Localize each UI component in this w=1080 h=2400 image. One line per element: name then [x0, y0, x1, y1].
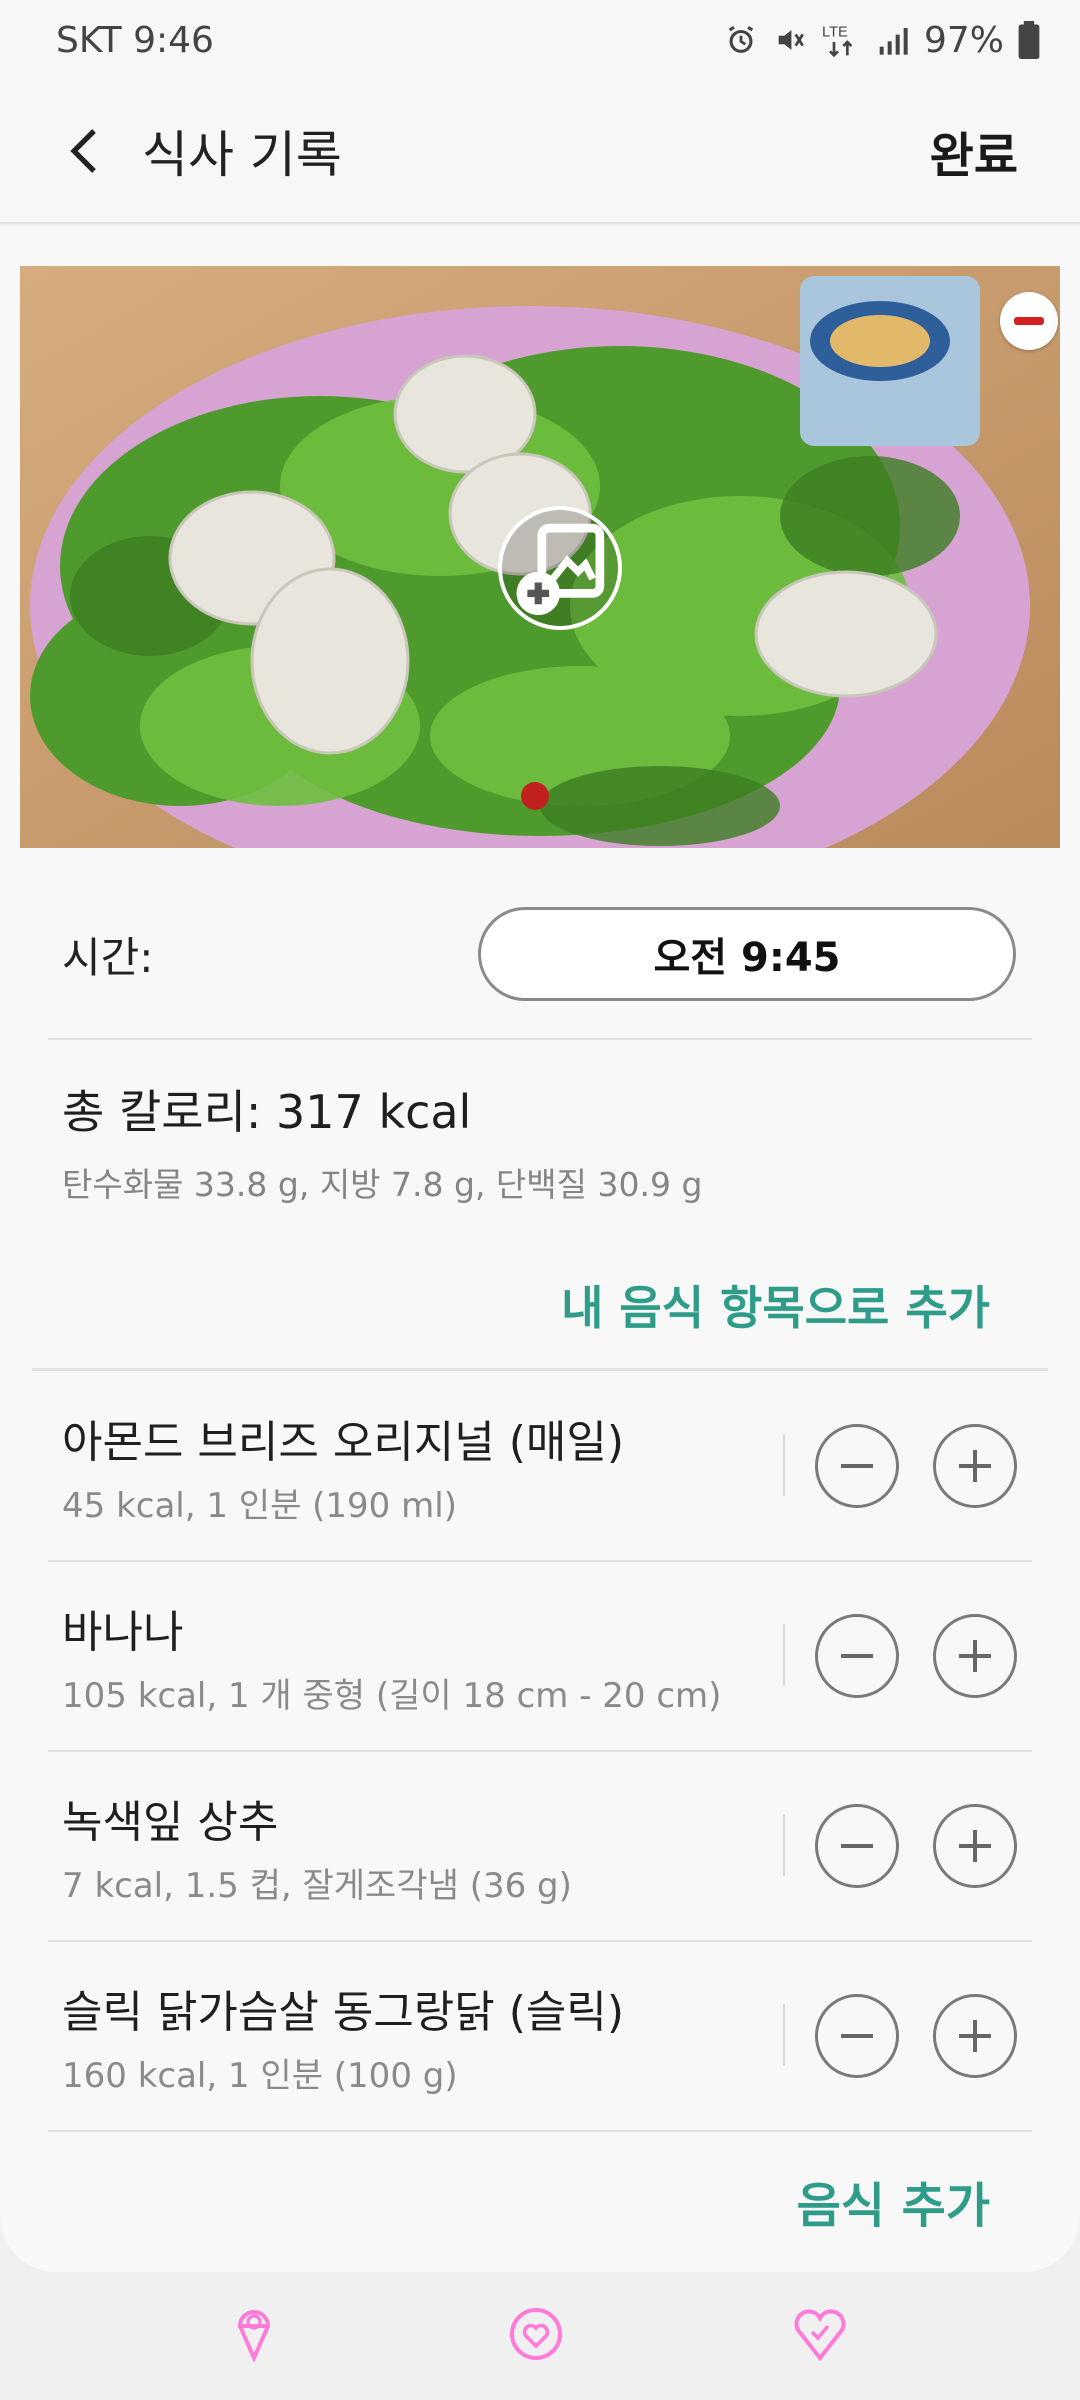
ice-cream-icon[interactable] [222, 2302, 286, 2366]
minus-icon [841, 2034, 873, 2038]
chevron-left-icon [70, 129, 96, 173]
increase-quantity-button[interactable] [933, 1424, 1017, 1508]
page-title: 식사 기록 [142, 126, 342, 184]
time-picker-button[interactable]: 오전 9:45 [478, 907, 1016, 1001]
divider [48, 1038, 1032, 1040]
add-image-icon [516, 523, 605, 616]
time-row: 시간: 오전 9:45 [0, 888, 1080, 1020]
meal-record-card: 시간: 오전 9:45 총 칼로리: 317 kcal 탄수화물 33.8 g,… [0, 226, 1080, 2272]
total-calories: 총 칼로리: 317 kcal [62, 1085, 472, 1139]
signal-icon [876, 24, 910, 56]
bottom-nav [0, 2272, 1080, 2400]
lte-text: LTE [822, 25, 848, 41]
separator [783, 1624, 785, 1686]
decrease-quantity-button[interactable] [815, 1424, 899, 1508]
increase-quantity-button[interactable] [933, 1614, 1017, 1698]
plus-icon [959, 1450, 991, 1482]
divider [32, 1368, 1048, 1371]
food-detail: 160 kcal, 1 인분 (100 g) [62, 2056, 458, 2096]
app-bar: 식사 기록 완료 [0, 80, 1080, 224]
vibrate-icon [772, 23, 808, 57]
increase-quantity-button[interactable] [933, 1994, 1017, 2078]
plus-icon [959, 1830, 991, 1862]
plus-icon [959, 1640, 991, 1672]
divider [48, 2130, 1032, 2132]
food-detail: 7 kcal, 1.5 컵, 잘게조각냄 (36 g) [62, 1866, 572, 1906]
heart-shield-icon[interactable] [788, 2302, 852, 2366]
food-detail: 105 kcal, 1 개 중형 (길이 18 cm - 20 cm) [62, 1676, 722, 1716]
increase-quantity-button[interactable] [933, 1804, 1017, 1888]
calorie-summary: 총 칼로리: 317 kcal 탄수화물 33.8 g, 지방 7.8 g, 단… [62, 1076, 1022, 1206]
separator [783, 1814, 785, 1876]
decrease-quantity-button[interactable] [815, 1614, 899, 1698]
minus-icon [841, 1464, 873, 1468]
food-detail: 45 kcal, 1 인분 (190 ml) [62, 1486, 457, 1526]
minus-icon [841, 1654, 873, 1658]
minus-icon [1014, 317, 1044, 325]
separator [783, 2004, 785, 2066]
macro-breakdown: 탄수화물 33.8 g, 지방 7.8 g, 단백질 30.9 g [62, 1165, 703, 1204]
food-item[interactable]: 슬릭 닭가슴살 동그랑닭 (슬릭) 160 kcal, 1 인분 (100 g) [0, 1942, 1080, 2132]
plus-icon [959, 2020, 991, 2052]
decrease-quantity-button[interactable] [815, 1994, 899, 2078]
heart-icon[interactable] [504, 2302, 568, 2366]
battery-icon [1018, 21, 1040, 59]
status-icons: LTE 97% [724, 20, 1040, 61]
meal-photo[interactable] [20, 266, 1060, 848]
separator [783, 1434, 785, 1496]
food-item[interactable]: 녹색잎 상추 7 kcal, 1.5 컵, 잘게조각냄 (36 g) [0, 1752, 1080, 1942]
alarm-icon [724, 23, 758, 57]
add-food-button[interactable]: 음식 추가 [797, 2166, 990, 2236]
battery-percent: 97% [923, 19, 1004, 61]
back-button[interactable] [48, 115, 120, 187]
food-name: 녹색잎 상추 [62, 1797, 279, 1848]
done-button[interactable]: 완료 [930, 116, 1018, 186]
add-to-my-foods-button[interactable]: 내 음식 항목으로 추가 [561, 1272, 990, 1338]
status-bar: SKT 9:46 LTE 97% [0, 0, 1080, 80]
food-name: 슬릭 닭가슴살 동그랑닭 (슬릭) [62, 1987, 625, 2038]
food-item[interactable]: 바나나 105 kcal, 1 개 중형 (길이 18 cm - 20 cm) [0, 1562, 1080, 1752]
food-name: 바나나 [62, 1607, 184, 1658]
carrier-time: SKT 9:46 [56, 19, 214, 61]
remove-photo-button[interactable] [1000, 292, 1058, 350]
change-photo-button[interactable] [498, 506, 622, 630]
food-item[interactable]: 아몬드 브리즈 오리지널 (매일) 45 kcal, 1 인분 (190 ml) [0, 1372, 1080, 1562]
minus-icon [841, 1844, 873, 1848]
time-label: 시간: [62, 932, 154, 982]
lte-icon: LTE [822, 22, 862, 58]
food-name: 아몬드 브리즈 오리지널 (매일) [62, 1417, 625, 1468]
decrease-quantity-button[interactable] [815, 1804, 899, 1888]
